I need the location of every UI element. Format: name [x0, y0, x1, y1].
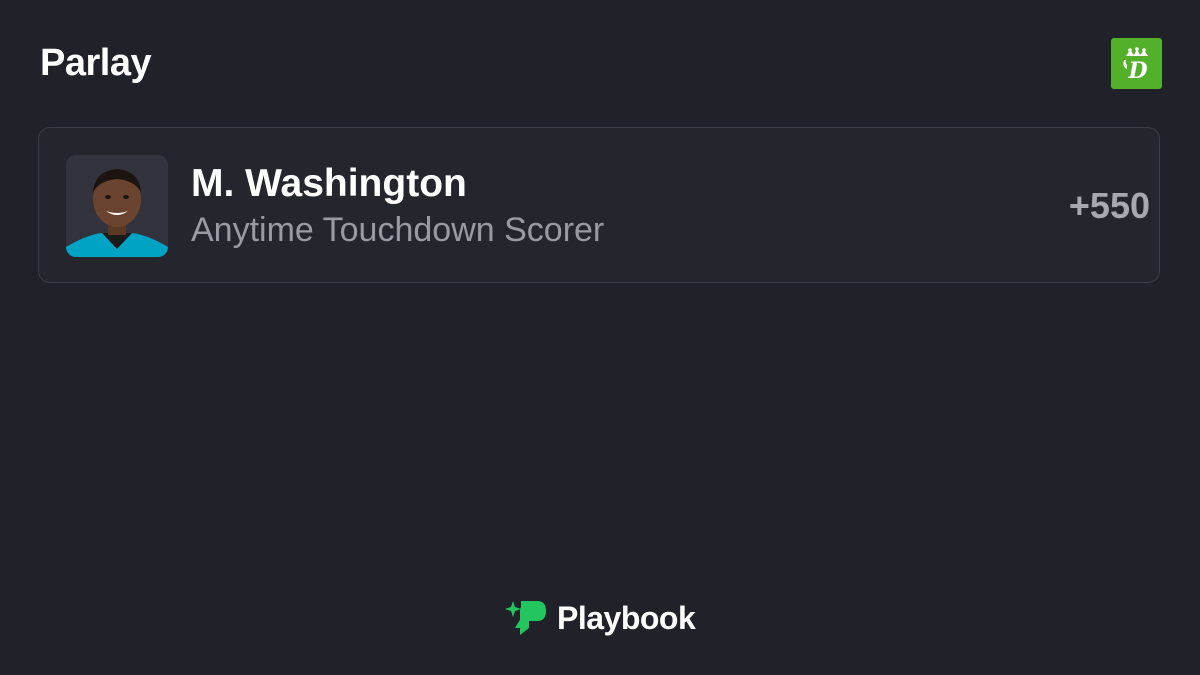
player-headshot-icon — [66, 155, 168, 257]
brand-name: Playbook — [557, 600, 696, 636]
market-label: Anytime Touchdown Scorer — [191, 211, 605, 249]
playbook-logo-icon — [505, 601, 546, 635]
page-title: Parlay — [40, 42, 152, 84]
crown-d-icon: D — [1122, 46, 1148, 83]
svg-text:D: D — [1127, 58, 1147, 83]
odds-value: +550 — [1068, 185, 1150, 226]
player-avatar — [66, 155, 168, 257]
footer-brand: Playbook — [503, 598, 696, 638]
draftkings-logo-icon: D — [1111, 38, 1162, 89]
parlay-leg-card[interactable]: M. Washington Anytime Touchdown Scorer +… — [38, 127, 1160, 283]
player-name: M. Washington — [191, 162, 467, 205]
